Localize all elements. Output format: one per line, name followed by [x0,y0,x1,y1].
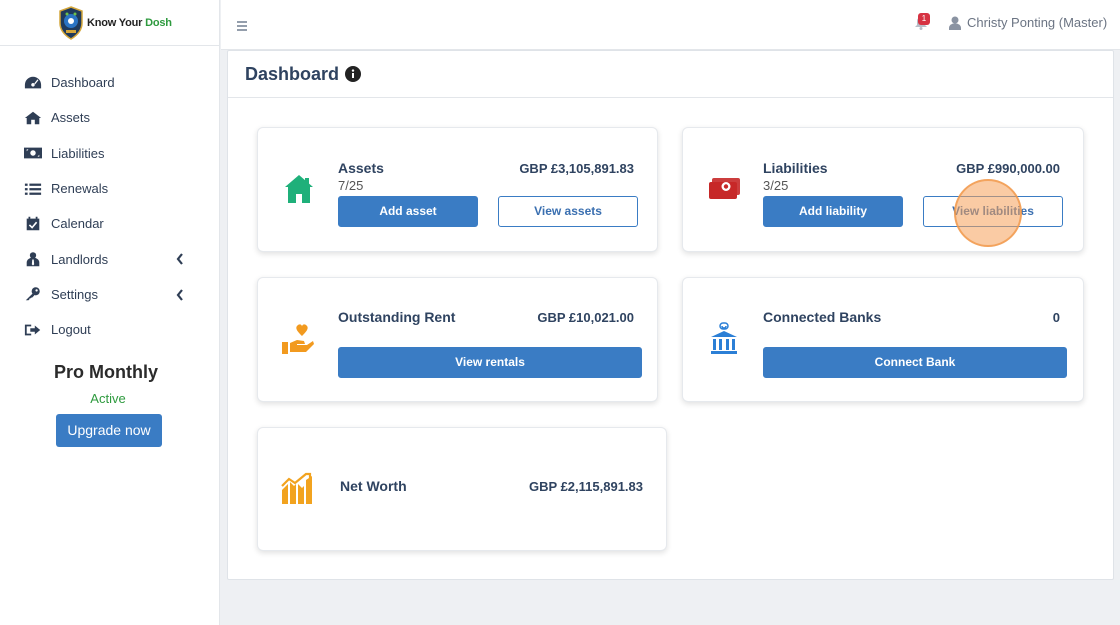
user-name: Christy Ponting (Master) [967,15,1108,30]
connect-bank-button[interactable]: Connect Bank [763,347,1067,378]
key-icon [23,285,43,303]
sidebar-item-label: Liabilities [51,145,105,161]
hamburger-menu-icon[interactable] [236,19,248,31]
page-header: Dashboard [228,51,1113,98]
sidebar-item-logout[interactable]: Logout [0,312,219,347]
outstanding-rent-value: GBP £10,021.00 [537,310,634,325]
tachometer-icon [23,74,43,92]
assets-count: 7/25 [338,178,364,193]
assets-value: GBP £3,105,891.83 [519,161,634,176]
assets-title: Assets [338,160,384,176]
plan-name: Pro Monthly [54,362,158,382]
user-icon [949,16,961,30]
sidebar: Know Your Dosh Dashboard Assets Liabilit… [0,0,220,625]
sidebar-item-landlords[interactable]: Landlords [0,241,219,276]
bank-link-icon [707,322,741,356]
sidebar-item-dashboard[interactable]: Dashboard [0,65,219,100]
sidebar-item-label: Logout [51,322,91,338]
chevron-left-icon[interactable] [175,252,185,266]
chevron-left-icon[interactable] [175,288,185,302]
liabilities-card: Liabilities GBP £990,000.00 3/25 Add lia… [682,127,1084,252]
home-icon [23,109,43,127]
sidebar-item-liabilities[interactable]: Liabilities [0,136,219,171]
user-menu[interactable]: Christy Ponting (Master) [949,15,1107,30]
sidebar-item-label: Renewals [51,181,109,197]
info-icon[interactable] [345,66,362,82]
notification-badge: 1 [918,13,930,25]
connected-banks-card: Connected Banks 0 Connect Bank [682,277,1084,402]
sidebar-item-settings[interactable]: Settings [0,277,219,312]
view-rentals-button[interactable]: View rentals [338,347,642,378]
add-asset-button[interactable]: Add asset [338,196,478,227]
shield-logo-icon [58,5,84,40]
sidebar-item-label: Assets [51,110,91,126]
sidebar-item-assets[interactable]: Assets [0,100,219,135]
liabilities-title: Liabilities [763,160,828,176]
sidebar-item-calendar[interactable]: Calendar [0,206,219,241]
chart-growth-icon [280,472,314,506]
plan-status: Active [90,391,126,406]
add-liability-button[interactable]: Add liability [763,196,903,227]
liabilities-count: 3/25 [763,178,789,193]
view-liabilities-button[interactable]: View liabilities [923,196,1063,227]
net-worth-title: Net Worth [340,478,407,494]
net-worth-card: Net Worth GBP £2,115,891.83 [257,427,667,551]
home-icon [282,172,316,206]
hand-holding-heart-icon [280,322,314,356]
user-tie-icon [23,250,43,268]
net-worth-value: GBP £2,115,891.83 [529,479,643,494]
list-icon [23,180,43,198]
outstanding-rent-card: Outstanding Rent GBP £10,021.00 View ren… [257,277,658,402]
sidebar-nav: Dashboard Assets Liabilities Renewals Ca… [0,65,219,347]
brand-name: Know Your Dosh [87,16,172,29]
connected-banks-count: 0 [1052,310,1060,325]
dashboard-panel: Dashboard Assets GBP £3,105,891.83 7/25 … [227,50,1114,580]
sign-out-icon [23,321,43,339]
sidebar-item-renewals[interactable]: Renewals [0,171,219,206]
outstanding-rent-title: Outstanding Rent [338,309,456,325]
calendar-check-icon [23,215,43,233]
sidebar-item-label: Settings [51,286,98,302]
sidebar-item-label: Calendar [51,216,104,232]
assets-card: Assets GBP £3,105,891.83 7/25 Add asset … [257,127,658,252]
money-bill-icon [707,172,741,206]
plan-panel: Pro Monthly Active Upgrade now [0,362,220,447]
money-bill-icon [23,144,43,162]
brand[interactable]: Know Your Dosh [0,0,219,46]
sidebar-item-label: Dashboard [51,75,115,91]
topbar: 1 Christy Ponting (Master) [221,0,1120,50]
page-title: Dashboard [245,63,340,84]
sidebar-item-label: Landlords [51,251,109,267]
view-assets-button[interactable]: View assets [498,196,638,227]
upgrade-button[interactable]: Upgrade now [56,414,162,447]
connected-banks-title: Connected Banks [763,309,882,325]
liabilities-value: GBP £990,000.00 [956,161,1060,176]
